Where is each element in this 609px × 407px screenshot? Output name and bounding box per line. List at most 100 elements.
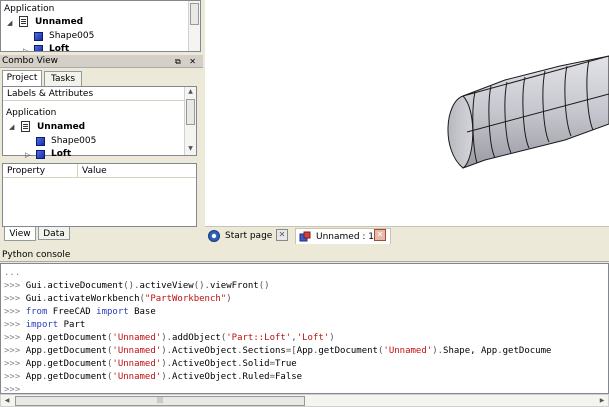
- dock-buttons[interactable]: ⧉ ✕: [175, 55, 199, 68]
- document-tab-bar: Start page ✕ Unnamed : 1* ✕: [205, 226, 609, 244]
- console-line: >>> from FreeCAD import Base: [4, 306, 156, 319]
- tree-document-label[interactable]: Unnamed: [35, 16, 83, 29]
- console-prompt: >>>: [4, 281, 26, 291]
- tree-item-loft[interactable]: Loft: [49, 43, 69, 51]
- combo-view-title: Combo View ⧉ ✕: [0, 55, 203, 68]
- tree-header: Labels & Attributes: [3, 87, 184, 101]
- code-token: Ruled: [242, 372, 270, 382]
- part-icon: [299, 231, 311, 242]
- 3d-viewport[interactable]: [205, 0, 609, 226]
- code-token: Gui: [25, 281, 42, 291]
- tab-start-page-label: Start page: [225, 231, 273, 241]
- console-line: >>> Gui.activateWorkbench("PartWorkbench…: [4, 293, 232, 306]
- console-prompt: ...: [4, 268, 21, 278]
- loft-body: [447, 55, 609, 169]
- console-prompt: >>>: [4, 346, 26, 356]
- code-token: Sections: [242, 346, 286, 356]
- scrollbar-thumb[interactable]: |||: [15, 396, 305, 406]
- code-token: import: [25, 320, 59, 330]
- tree-panel-top[interactable]: Application ◢ Unnamed Shape005 ▷ Loft: [0, 0, 201, 52]
- expand-arrow-icon[interactable]: ▷: [23, 47, 28, 51]
- console-prompt: >>>: [4, 333, 26, 343]
- scroll-down-icon[interactable]: ▼: [185, 144, 196, 154]
- code-token: activeDocument: [47, 281, 124, 291]
- project-tree[interactable]: Labels & Attributes Application ◢ Unname…: [2, 86, 197, 159]
- code-token: addObject: [172, 333, 221, 343]
- console-line: >>> App.getDocument('Unnamed').ActiveObj…: [4, 371, 302, 384]
- code-token: Gui: [25, 294, 42, 304]
- code-token: 'Unnamed': [112, 346, 162, 356]
- code-token: getDocument: [47, 346, 107, 356]
- value-column-header[interactable]: Value: [78, 164, 196, 178]
- code-token: from: [25, 307, 48, 317]
- code-token: ().: [193, 281, 210, 291]
- code-token: ActiveObject: [172, 346, 238, 356]
- tree-item-shape005[interactable]: Shape005: [49, 30, 94, 43]
- tab-data[interactable]: Data: [38, 227, 70, 240]
- horizontal-scrollbar[interactable]: ◀ ||| ▶: [0, 394, 609, 407]
- tab-tasks[interactable]: Tasks: [44, 71, 82, 86]
- scrollbar-thumb[interactable]: [186, 99, 195, 125]
- scrollbar-thumb[interactable]: [190, 3, 199, 25]
- code-token: ): [226, 294, 232, 304]
- combo-view-title-text: Combo View: [2, 56, 58, 66]
- code-token: 'Part::Loft': [226, 333, 292, 343]
- code-token: (): [258, 281, 270, 291]
- python-console[interactable]: ... >>> Gui.activeDocument().activeView()…: [0, 263, 609, 394]
- code-token: True: [275, 359, 297, 369]
- code-token: 'Unnamed': [383, 346, 433, 356]
- code-token: Base: [128, 307, 156, 317]
- loft-icon: [34, 45, 43, 51]
- code-token: getDocument: [47, 359, 107, 369]
- code-token: ActiveObject: [172, 372, 238, 382]
- code-token: 'Loft': [296, 333, 330, 343]
- collapse-arrow-icon[interactable]: ◢: [9, 123, 14, 131]
- code-token: viewFront: [209, 281, 259, 291]
- code-token: ).: [432, 346, 444, 356]
- code-token: FreeCAD: [47, 307, 97, 317]
- code-token: activateWorkbench: [47, 294, 140, 304]
- property-view[interactable]: Property Value: [2, 163, 197, 227]
- code-token: getDocume: [502, 346, 552, 356]
- tree-root-label[interactable]: Application: [4, 3, 54, 16]
- code-token: import: [96, 307, 129, 317]
- tree-item-shape005[interactable]: Shape005: [51, 135, 96, 148]
- vertical-scrollbar[interactable]: ▲ ▼: [184, 87, 196, 155]
- code-token: Solid: [242, 359, 270, 369]
- scroll-right-icon[interactable]: ▶: [596, 395, 608, 406]
- console-line: >>> Gui.activeDocument().activeView().vi…: [4, 280, 270, 293]
- code-token: ).: [161, 333, 173, 343]
- tree-document-label[interactable]: Unnamed: [37, 121, 85, 134]
- code-token: ().: [123, 281, 140, 291]
- tree-item-loft[interactable]: Loft: [51, 148, 71, 161]
- console-prompt: >>>: [4, 294, 26, 304]
- code-token: ).: [161, 372, 173, 382]
- code-token: 'Unnamed': [112, 359, 162, 369]
- scroll-up-icon[interactable]: ▲: [185, 87, 196, 97]
- code-token: False: [275, 372, 303, 382]
- property-column-header[interactable]: Property: [3, 164, 78, 178]
- close-start-page-icon[interactable]: ✕: [276, 229, 288, 241]
- console-line: ...: [4, 267, 20, 280]
- shape-icon: [36, 137, 45, 146]
- tab-unnamed-document-label: Unnamed : 1*: [316, 232, 379, 242]
- code-token: =[: [285, 346, 297, 356]
- expand-arrow-icon[interactable]: ▷: [25, 151, 30, 159]
- tab-project[interactable]: Project: [2, 70, 42, 86]
- close-unnamed-document-icon[interactable]: ✕: [374, 229, 386, 241]
- code-token: getDocument: [47, 333, 107, 343]
- document-icon: [21, 121, 30, 132]
- code-token: ).: [161, 359, 173, 369]
- scroll-left-icon[interactable]: ◀: [1, 395, 13, 406]
- freecad-icon: [208, 230, 220, 242]
- console-line: >>>: [4, 384, 20, 393]
- collapse-arrow-icon[interactable]: ◢: [7, 19, 12, 27]
- code-token: getDocument: [47, 372, 107, 382]
- tab-view[interactable]: View: [4, 227, 36, 241]
- vertical-scrollbar[interactable]: [188, 1, 200, 51]
- code-token: activeView: [139, 281, 194, 291]
- code-token: App: [296, 346, 313, 356]
- code-token: ): [329, 333, 335, 343]
- tree-root-label[interactable]: Application: [6, 107, 56, 120]
- code-token: App: [25, 359, 42, 369]
